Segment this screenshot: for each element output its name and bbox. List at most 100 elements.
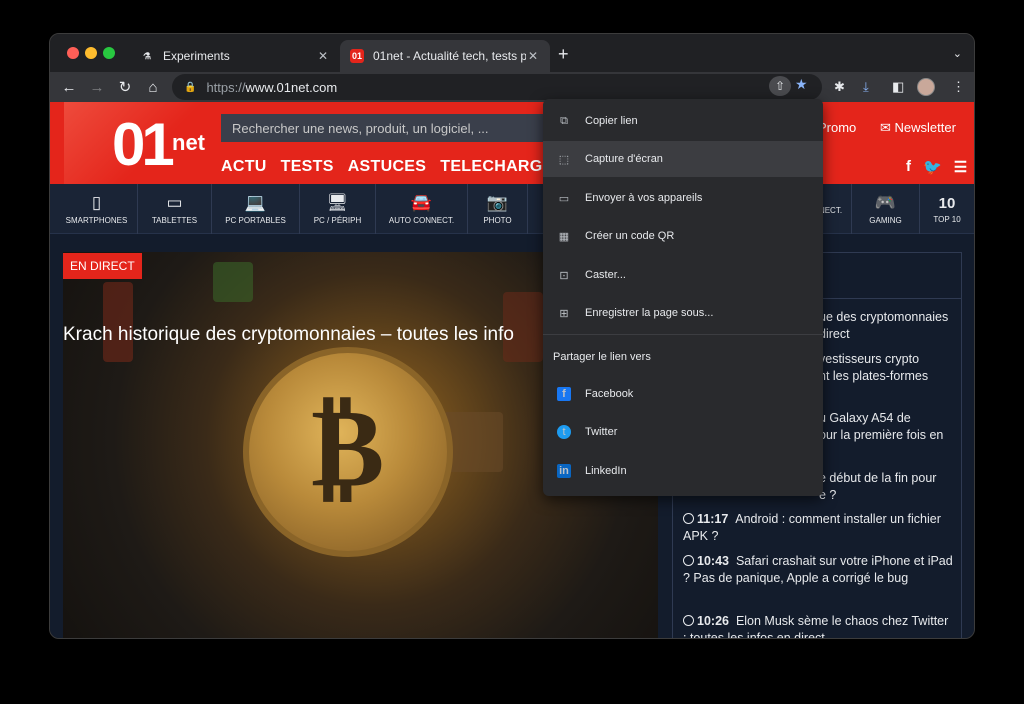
menu-separator [543,334,823,335]
menu-item-label: Caster... [585,269,626,281]
gamepad-icon: 🎮 [874,193,897,212]
bitcoin-coin: ₿ [243,347,453,557]
category-bar: ▯ SMARTPHONES ▭ TABLETTES 💻 PC PORTABLES 🖥 P… [50,184,974,234]
news-time: 11:17 [697,512,729,526]
menu-item-label: Twitter [585,426,618,438]
forward-button[interactable]: → [86,76,108,98]
newsletter-link[interactable]: ✉ Newsletter [880,120,956,136]
category-label: GAMING [869,216,902,225]
news-time: 10:43 [697,554,729,568]
save-icon: ⊞ [559,307,569,320]
site-logo[interactable]: 01 [112,110,175,179]
bokeh-light [103,282,133,362]
menu-item-label: Facebook [585,388,634,400]
category-label: PHOTO [483,216,512,225]
category-pc-portables[interactable]: 💻 PC PORTABLES [212,184,300,234]
close-window-button[interactable] [67,47,79,59]
menu-item-copy-link[interactable]: ⧉ Copier lien [543,103,823,139]
profile-avatar[interactable] [917,78,935,96]
home-button[interactable]: ⌂ [142,76,164,98]
hamburger-menu-icon[interactable]: ☰ [954,158,967,176]
menu-item-facebook[interactable]: f Facebook [543,376,823,412]
menu-item-screenshot[interactable]: ⬚ Capture d'écran [543,141,823,177]
back-button[interactable]: ← [58,76,80,98]
menu-item-cast[interactable]: ⊡ Caster... [543,257,823,293]
linkedin-icon: in [557,464,571,478]
menu-item-qr-code[interactable]: ▦ Créer un code QR [543,218,823,254]
smartphone-icon: ▯ [91,193,102,212]
category-label: AUTO CONNECT. [388,216,455,225]
main-nav: ACTU TESTS ASTUCES TELECHARGER [221,158,565,176]
category-label: PC PORTABLES [225,216,286,225]
clock-icon [683,615,694,626]
category-label: TABLETTES [151,216,198,225]
site-header: 01 net Rechercher une news, produit, un … [50,102,974,184]
clock-icon [683,513,694,524]
menu-item-send-to-devices[interactable]: ▭ Envoyer à vos appareils [543,180,823,216]
monitor-icon: 🖥 [326,193,349,212]
bokeh-light [213,262,253,302]
twitter-icon[interactable]: 🐦 [923,158,942,176]
nav-tests[interactable]: TESTS [281,158,334,176]
address-bar[interactable]: 🔒 https:// www.01net.com [172,74,822,100]
tab-search-chevron-icon[interactable]: ⌄ [953,47,962,60]
extensions-puzzle-icon[interactable]: ✱ [834,79,845,95]
menu-item-twitter[interactable]: t Twitter [543,414,823,450]
bookmark-star-icon[interactable]: ★ [795,76,808,93]
tab-experiments[interactable]: ⚗ Experiments ✕ [130,40,340,72]
download-icon[interactable]: ⤓ [863,79,869,95]
minimize-window-button[interactable] [85,47,97,59]
tab-01net[interactable]: 01 01net - Actualité tech, tests pr ✕ [340,40,550,72]
laptop-icon: 💻 [244,193,267,212]
qr-icon: ▦ [558,230,570,243]
twitter-icon: t [557,425,571,439]
more-menu-icon[interactable]: ⋮ [952,79,965,95]
top10-icon: 10 [938,194,956,212]
side-panel-icon[interactable]: ◧ [892,79,904,95]
close-tab-icon[interactable]: ✕ [316,49,330,63]
menu-item-label: LinkedIn [585,465,627,477]
news-item[interactable]: 11:17 Android : comment installer un fic… [683,511,953,545]
facebook-icon: f [557,387,571,401]
nav-actu[interactable]: ACTU [221,158,267,176]
category-top10[interactable]: 10 TOP 10 [920,184,974,234]
category-photo[interactable]: 📷 PHOTO [468,184,528,234]
browser-window: ⚗ Experiments ✕ 01 01net - Actualité tec… [49,33,975,639]
lock-icon: 🔒 [184,81,197,93]
menu-item-save-page[interactable]: ⊞ Enregistrer la page sous... [543,295,823,331]
camera-icon: 📷 [486,193,509,212]
category-auto-connect[interactable]: 🚘 AUTO CONNECT. [376,184,468,234]
cast-icon: ⊡ [559,269,569,282]
facebook-icon[interactable]: f [906,158,911,176]
new-tab-button[interactable]: + [558,44,569,65]
news-time: 10:26 [697,614,729,628]
close-tab-icon[interactable]: ✕ [526,49,540,63]
flask-icon: ⚗ [142,50,152,61]
menu-item-label: Enregistrer la page sous... [585,307,714,319]
devices-icon: ▭ [558,192,570,205]
reload-button[interactable]: ↻ [114,76,136,98]
nav-astuces[interactable]: ASTUCES [348,158,427,176]
tab-strip: ⚗ Experiments ✕ 01 01net - Actualité tec… [50,34,974,72]
category-smartphones[interactable]: ▯ SMARTPHONES [56,184,138,234]
category-tablettes[interactable]: ▭ TABLETTES [138,184,212,234]
menu-item-linkedin[interactable]: in LinkedIn [543,453,823,489]
zoom-window-button[interactable] [103,47,115,59]
hero-headline[interactable]: Krach historique des cryptomonnaies – to… [63,324,514,346]
live-badge: EN DIRECT [63,253,142,279]
news-item[interactable]: 10:43 Safari crashait sur votre iPhone e… [683,553,953,587]
car-icon: 🚘 [410,193,433,212]
share-section-title: Partager le lien vers [553,351,651,363]
share-menu: ⧉ Copier lien ⬚ Capture d'écran ▭ Envoyer à… [543,99,823,496]
category-pc-periph[interactable]: 🖥 PC / PÉRIPH [300,184,376,234]
clock-icon [683,555,694,566]
site-search-input[interactable]: Rechercher une news, produit, un logicie… [221,114,551,142]
category-gaming[interactable]: 🎮 GAMING [852,184,920,234]
news-item[interactable]: 10:26 Elon Musk sème le chaos chez Twitt… [683,613,953,638]
promo-link[interactable]: Promo [818,120,856,135]
tab-title: 01net - Actualité tech, tests pr [373,49,526,63]
screenshot-icon: ⬚ [558,153,570,166]
social-links: f 🐦 ☰ [906,158,967,176]
site-logo-suffix[interactable]: net [172,130,205,156]
share-icon[interactable]: ⇧ [769,76,791,96]
